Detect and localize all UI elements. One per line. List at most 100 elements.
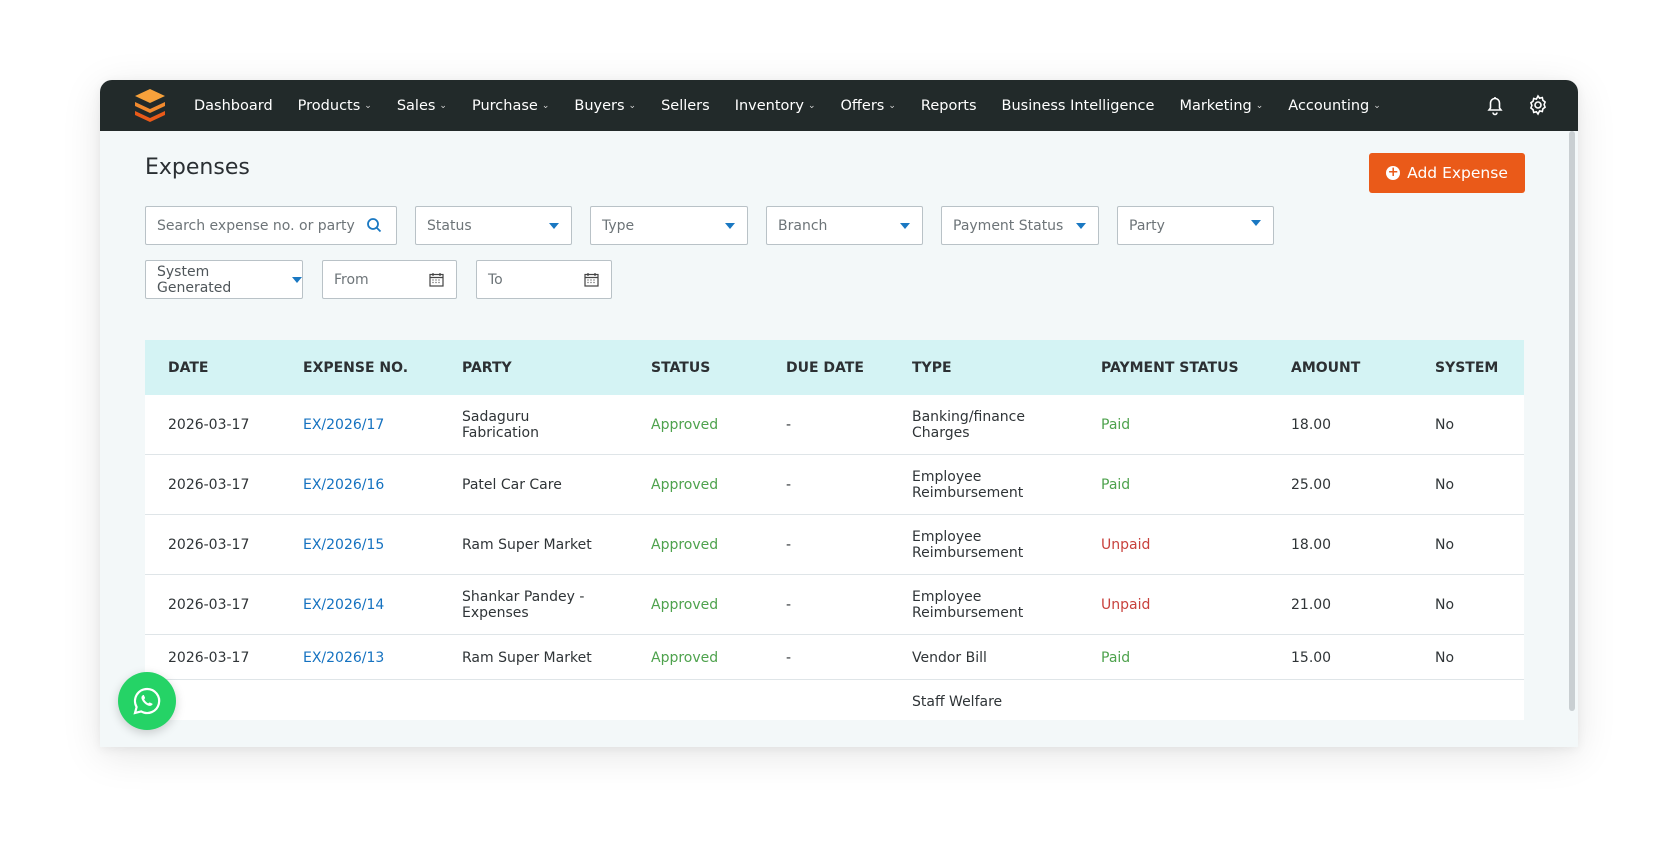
cell-date: 2026-03-17 [168, 597, 249, 613]
col-expense-no[interactable]: EXPENSE NO. [303, 360, 408, 376]
cell-text: Approved [651, 537, 719, 553]
col-system[interactable]: SYSTEM [1435, 360, 1498, 376]
cell-text: Ram Super Market [462, 650, 592, 666]
whatsapp-icon [133, 687, 161, 715]
search-icon[interactable] [366, 217, 382, 233]
cell-text: 2026-03-17 [168, 597, 250, 613]
cell-expense-no[interactable]: EX/2026/17 [303, 417, 384, 433]
cell-text: Banking/finance [912, 409, 1025, 425]
bell-icon[interactable] [1483, 93, 1507, 117]
chevron-down-icon: ⌄ [807, 100, 816, 111]
cell-expense-no[interactable]: EX/2026/14 [303, 597, 384, 613]
cell-text: Approved [651, 650, 719, 666]
cell-date: 2026-03-17 [168, 537, 249, 553]
cell-text: EX/2026/16 [303, 477, 385, 493]
calendar-icon[interactable] [429, 272, 444, 287]
cell-text: EX/2026/17 [303, 417, 385, 433]
whatsapp-button[interactable] [118, 672, 176, 730]
branch-select[interactable]: Branch [766, 206, 923, 245]
system-generated-select[interactable]: System Generated [145, 260, 303, 299]
col-status[interactable]: STATUS [651, 360, 710, 376]
col-amount[interactable]: AMOUNT [1291, 360, 1360, 376]
cell-expense-no[interactable]: EX/2026/13 [303, 650, 384, 666]
nav-item-buyers[interactable]: Buyers ⌄ [574, 98, 636, 114]
nav-item-reports[interactable]: Reports [921, 98, 977, 114]
cell-type: Employee Reimbursement [912, 589, 1023, 621]
status-select[interactable]: Status [415, 206, 572, 245]
nav-item-label: Sellers [661, 97, 710, 114]
cell-text: Reimbursement [912, 545, 1024, 561]
gear-icon[interactable] [1526, 93, 1550, 117]
nav-item-sales[interactable]: Sales ⌄ [397, 98, 447, 114]
col-type[interactable]: TYPE [912, 360, 952, 376]
add-expense-label: Add Expense [1407, 164, 1508, 182]
nav-item-products[interactable]: Products ⌄ [298, 98, 372, 114]
col-party[interactable]: PARTY [462, 360, 512, 376]
cell-text: 21.00 [1291, 597, 1332, 613]
nav-item-inventory[interactable]: Inventory ⌄ [735, 98, 816, 114]
nav-item-label: Inventory [734, 97, 804, 114]
nav-item-dashboard[interactable]: Dashboard [194, 98, 273, 114]
cell-party: Ram Super Market [462, 537, 592, 553]
cell-type: Staff Welfare [912, 694, 1002, 710]
to-date-input[interactable]: To [476, 260, 612, 299]
chevron-down-icon: ⌄ [1373, 100, 1381, 111]
from-date-input[interactable]: From [322, 260, 457, 299]
nav-item-label: Dashboard [194, 97, 273, 114]
cell-payment-status: Paid [1101, 650, 1130, 666]
cell-expense-no[interactable]: EX/2026/15 [303, 537, 384, 553]
calendar-icon[interactable] [584, 272, 599, 287]
table-row[interactable]: 2026-03-17 EX/2026/16 Patel Car Care Approv… [145, 455, 1524, 515]
payment-status-select[interactable]: Payment Status [941, 206, 1099, 245]
table-header: DATE EXPENSE NO. PARTY STATUS DUE DATE T… [145, 340, 1524, 395]
cell-payment-status: Unpaid [1101, 597, 1150, 613]
type-select[interactable]: Type [590, 206, 748, 245]
logo-icon[interactable] [132, 87, 168, 123]
table-row[interactable]: Staff Welfare [145, 680, 1524, 720]
cell-payment-status: Paid [1101, 417, 1130, 433]
vertical-scrollbar[interactable] [1569, 131, 1575, 711]
col-payment-status[interactable]: PAYMENT STATUS [1101, 360, 1239, 376]
plus-circle-icon: + [1386, 165, 1401, 180]
app-window: Dashboard Products ⌄ Sales ⌄ Purchase ⌄ Buyers ⌄… [100, 80, 1578, 747]
cell-text: EX/2026/14 [303, 597, 385, 613]
status-select-label: Status [427, 217, 472, 234]
party-select[interactable]: Party [1117, 206, 1274, 245]
table-row[interactable]: 2026-03-17 EX/2026/15 Ram Super Market Appr… [145, 515, 1524, 575]
search-placeholder: Search expense no. or party [157, 217, 355, 234]
table-row[interactable]: 2026-03-17 EX/2026/14 Shankar Pandey - Expe… [145, 575, 1524, 635]
cell-amount: 18.00 [1291, 537, 1331, 553]
nav-item-label: Marketing [1179, 97, 1252, 114]
cell-status: Approved [651, 417, 718, 433]
col-date[interactable]: DATE [168, 360, 208, 376]
cell-text: Expenses [462, 605, 529, 621]
cell-text: Reimbursement [912, 605, 1024, 621]
nav-item-accounting[interactable]: Accounting ⌄ [1288, 98, 1381, 114]
cell-text: EX/2026/13 [303, 650, 385, 666]
chevron-down-icon: ⌄ [439, 100, 447, 111]
nav-item-business-intelligence[interactable]: Business Intelligence [1002, 98, 1155, 114]
cell-expense-no[interactable]: EX/2026/16 [303, 477, 384, 493]
nav-item-purchase[interactable]: Purchase ⌄ [472, 98, 549, 114]
chevron-down-icon: ⌄ [1255, 100, 1264, 111]
table-row[interactable]: 2026-03-17 EX/2026/13 Ram Super Market Appr… [145, 635, 1524, 680]
cell-status: Approved [651, 477, 718, 493]
nav-item-label: Purchase [471, 97, 538, 114]
chevron-down-icon: ⌄ [541, 100, 550, 111]
nav-item-offers[interactable]: Offers ⌄ [841, 98, 896, 114]
cell-due-date: - [786, 650, 791, 666]
cell-date: 2026-03-17 [168, 650, 249, 666]
search-input[interactable]: Search expense no. or party [145, 206, 397, 245]
nav-item-sellers[interactable]: Sellers [661, 98, 710, 114]
cell-type: Employee Reimbursement [912, 529, 1023, 561]
cell-party: Ram Super Market [462, 650, 592, 666]
col-due-date[interactable]: DUE DATE [786, 360, 864, 376]
cell-system: No [1435, 477, 1454, 493]
cell-text: Patel Car Care [462, 477, 562, 493]
table-row[interactable]: 2026-03-17 EX/2026/17 Sadaguru Fabrication A… [145, 395, 1524, 455]
page-title: Expenses [145, 155, 250, 180]
cell-amount: 18.00 [1291, 417, 1331, 433]
cell-status: Approved [651, 597, 718, 613]
nav-item-marketing[interactable]: Marketing ⌄ [1179, 98, 1263, 114]
add-expense-button[interactable]: + Add Expense [1369, 153, 1525, 193]
